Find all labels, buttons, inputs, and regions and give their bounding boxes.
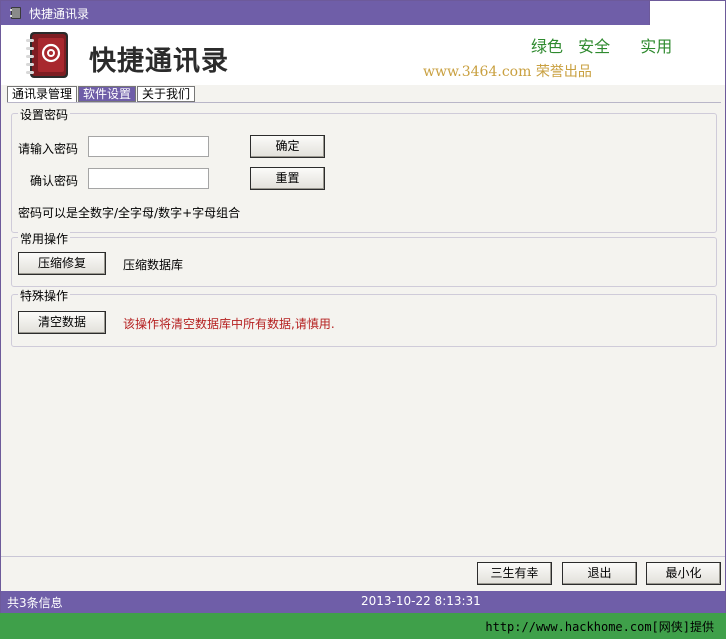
tab-about[interactable]: 关于我们 (137, 86, 196, 102)
tab-content: 设置密码 请输入密码 确定 确认密码 重置 密码可以是全数字/全字母/数字+字母… (7, 102, 721, 555)
app-icon (10, 7, 21, 19)
minimize-button[interactable]: 最小化 (646, 562, 721, 585)
special-ops-title: 特殊操作 (18, 287, 71, 304)
site-credit: www.3464.com 荣誉出品 (423, 64, 592, 80)
about-button[interactable]: 三生有幸 (477, 562, 552, 585)
password-group: 设置密码 请输入密码 确定 确认密码 重置 密码可以是全数字/全字母/数字+字母… (11, 106, 717, 233)
main-window: 快捷通讯录 快捷通讯录 绿色 安全 实用 www.3464.com 荣誉出品 通… (0, 0, 726, 613)
clear-data-button[interactable]: 清空数据 (18, 311, 106, 334)
banner: 快捷通讯录 绿色 安全 实用 www.3464.com 荣誉出品 (1, 25, 725, 85)
special-ops-group: 特殊操作 清空数据 该操作将清空数据库中所有数据,请慎用. (11, 287, 717, 347)
compress-repair-button[interactable]: 压缩修复 (18, 252, 106, 275)
clear-warning: 该操作将清空数据库中所有数据,请慎用. (123, 317, 335, 331)
exit-button[interactable]: 退出 (562, 562, 637, 585)
status-bar: 共3条信息 2013-10-22 8:13:31 (1, 591, 725, 613)
confirm-password-label: 确认密码 (30, 174, 79, 188)
title-bar[interactable]: 快捷通讯录 (1, 1, 725, 25)
source-credit-bar: http://www.hackhome.com[网侠]提供 (0, 613, 726, 639)
password-hint: 密码可以是全数字/全字母/数字+字母组合 (18, 206, 241, 220)
footer-button-bar: 三生有幸 退出 最小化 (1, 556, 725, 592)
address-book-icon (26, 32, 68, 78)
common-ops-group: 常用操作 压缩修复 压缩数据库 (11, 230, 717, 287)
enter-password-label: 请输入密码 (18, 142, 79, 156)
reset-button[interactable]: 重置 (250, 167, 325, 190)
app-name: 快捷通讯录 (89, 46, 229, 77)
record-count: 共3条信息 (7, 596, 63, 610)
compress-description: 压缩数据库 (123, 258, 184, 272)
common-ops-title: 常用操作 (18, 230, 71, 247)
window-title: 快捷通讯录 (29, 7, 90, 21)
slogan: 绿色 安全 实用 (531, 37, 673, 56)
tab-strip: 通讯录管理 软件设置 关于我们 (7, 86, 196, 103)
enter-password-input[interactable] (88, 136, 209, 157)
password-group-title: 设置密码 (18, 106, 71, 123)
tab-contacts[interactable]: 通讯录管理 (7, 86, 78, 103)
status-datetime: 2013-10-22 8:13:31 (361, 594, 481, 608)
title-bar-controls (649, 1, 725, 25)
source-credit-text: http://www.hackhome.com[网侠]提供 (485, 620, 714, 634)
tab-settings[interactable]: 软件设置 (78, 86, 137, 102)
confirm-password-input[interactable] (88, 168, 209, 189)
ok-button[interactable]: 确定 (250, 135, 325, 158)
